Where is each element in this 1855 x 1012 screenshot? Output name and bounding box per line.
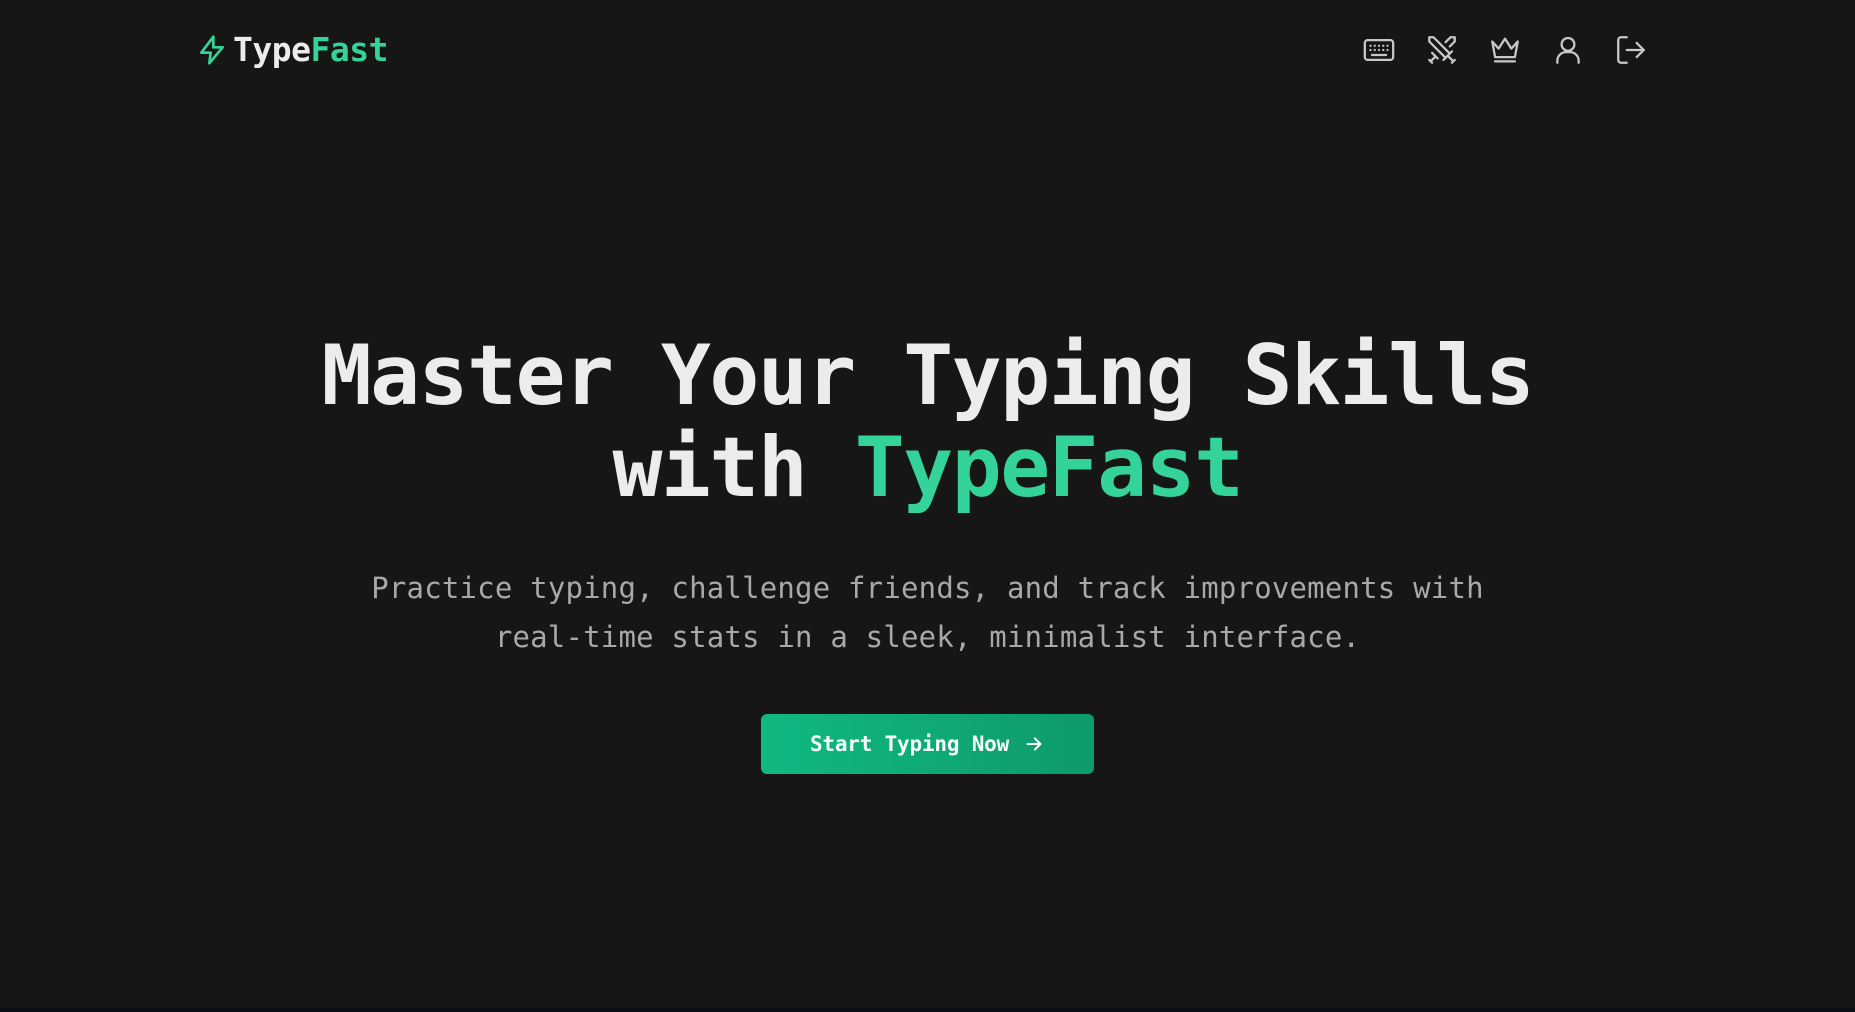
hero-title-line1: Master Your Typing Skills	[321, 327, 1535, 424]
hero-section: Master Your Typing Skills with TypeFast …	[0, 330, 1855, 774]
logout-icon	[1617, 36, 1645, 64]
bottom-edge	[0, 1008, 1855, 1012]
keyboard-icon	[1363, 38, 1395, 62]
cta-wrapper: Start Typing Now	[0, 714, 1855, 774]
top-navbar: TypeFast	[0, 0, 1855, 100]
keyboard-button[interactable]	[1359, 29, 1399, 71]
logo-link[interactable]: TypeFast	[195, 28, 388, 72]
logout-button[interactable]	[1611, 29, 1651, 71]
start-typing-button[interactable]: Start Typing Now	[761, 714, 1094, 774]
start-typing-button-label: Start Typing Now	[809, 732, 1010, 756]
crossed-swords-icon	[1428, 36, 1456, 64]
arrow-right-icon	[1023, 733, 1045, 755]
nav-icon-bar	[1359, 29, 1651, 71]
logo-text-fast: Fast	[310, 30, 388, 69]
crown-icon	[1491, 37, 1519, 63]
lightning-bolt-icon	[195, 30, 229, 70]
hero-subtitle: Practice typing, challenge friends, and …	[371, 571, 1484, 654]
hero-title: Master Your Typing Skills with TypeFast	[0, 330, 1855, 514]
logo-text-type: Type	[233, 30, 311, 69]
hero-title-line2-prefix: with	[612, 419, 855, 516]
page: TypeFast Master Your Typing Skills with …	[0, 0, 1855, 1008]
profile-button[interactable]	[1548, 29, 1588, 71]
logo-text: TypeFast	[233, 28, 388, 72]
leaderboard-button[interactable]	[1485, 29, 1525, 71]
hero-title-brand: TypeFast	[854, 419, 1244, 516]
challenge-button[interactable]	[1422, 29, 1462, 71]
user-icon	[1556, 36, 1580, 64]
